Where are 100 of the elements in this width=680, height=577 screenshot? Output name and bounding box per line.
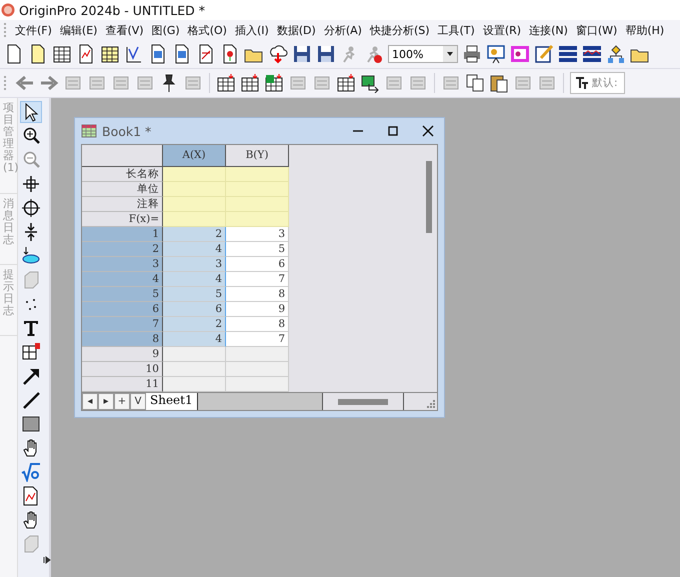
metadata-cell[interactable] [226,182,289,197]
table-cell[interactable]: 4 [163,242,226,257]
metadata-cell[interactable] [163,182,226,197]
table-cell[interactable]: 4 [163,272,226,287]
table-cell[interactable]: 9 [226,302,289,317]
menu-item[interactable]: 查看(V) [101,22,148,38]
sheet-nav-button[interactable]: ◂ [82,393,98,410]
caret-icon[interactable] [443,46,457,62]
row-number[interactable]: 1 [82,227,163,242]
menu-item[interactable]: 数据(D) [272,22,320,38]
table-cell[interactable]: 2 [163,317,226,332]
table-cell[interactable]: 5 [226,242,289,257]
sheet-nav-button[interactable]: ▸ [98,393,114,410]
menu-item[interactable]: 分析(A) [320,22,366,38]
close-icon[interactable] [422,125,434,137]
scroll-thumb[interactable] [426,161,432,233]
stacked-layers-icon[interactable] [582,44,602,64]
table-cell[interactable]: 2 [163,227,226,242]
menu-item[interactable]: 帮助(H) [621,22,668,38]
target-icon[interactable] [21,198,41,218]
menu-item[interactable]: 编辑(E) [56,22,102,38]
cloud-download-icon[interactable] [268,44,288,64]
column-header[interactable]: A(X) [163,145,226,167]
corner-cell[interactable] [82,145,163,167]
menu-item[interactable]: 设置(R) [478,22,526,38]
sheet-nav-button[interactable]: V [130,393,146,410]
table-cell[interactable]: 6 [226,257,289,272]
workbook-icon[interactable] [52,44,72,64]
menu-item[interactable]: 快捷分析(S) [366,22,434,38]
row-number[interactable]: 3 [82,257,163,272]
pointer-icon[interactable] [21,102,41,122]
row-number[interactable]: 4 [82,272,163,287]
row-number[interactable]: 11 [82,377,163,392]
menu-item[interactable]: 窗口(W) [572,22,622,38]
matrix-icon[interactable] [100,44,120,64]
table-cell[interactable]: 8 [226,317,289,332]
import-numbers-icon[interactable] [240,73,260,93]
row-number[interactable]: 8 [82,332,163,347]
diagram-icon[interactable] [606,44,626,64]
row-number[interactable]: 2 [82,242,163,257]
menu-item[interactable]: 连接(N) [525,22,572,38]
menu-item[interactable]: 插入(I) [230,22,273,38]
layers-icon[interactable] [558,44,578,64]
batch-import-icon[interactable] [336,73,356,93]
printer-icon[interactable] [462,44,482,64]
slide-icon[interactable] [510,44,530,64]
zoom-combo[interactable]: 100% [388,45,458,63]
menu-item[interactable]: 文件(F) [11,22,56,38]
frame-icon[interactable] [21,342,41,362]
metadata-cell[interactable] [226,212,289,227]
sheet-tab[interactable]: Sheet1 [146,393,198,410]
table-cell[interactable]: 5 [163,287,226,302]
import-excel-icon[interactable] [264,73,284,93]
brush-icon[interactable] [534,44,554,64]
resize-grip-icon[interactable] [427,400,435,408]
metadata-cell[interactable] [163,197,226,212]
zoom-in-icon[interactable] [21,126,41,146]
row-number[interactable]: 6 [82,302,163,317]
equation-icon[interactable] [21,462,41,482]
row-number[interactable]: 7 [82,317,163,332]
table-cell[interactable]: 3 [163,257,226,272]
expand-icon[interactable] [43,556,51,564]
font-field[interactable]: 默认: [570,72,625,94]
metadata-cell[interactable] [226,167,289,182]
table-cell[interactable]: 3 [226,227,289,242]
table-cell[interactable]: 8 [226,287,289,302]
back-arrow-icon[interactable] [15,73,35,93]
table-cell[interactable]: 7 [226,332,289,347]
crosshair-icon[interactable] [21,174,41,194]
table-cell[interactable]: 7 [226,272,289,287]
column-header[interactable]: B(Y) [226,145,289,167]
copy-icon[interactable] [465,73,485,93]
menu-item[interactable]: 工具(T) [434,22,479,38]
chart-dropdown-icon[interactable] [124,44,144,64]
row-number[interactable]: 10 [82,362,163,377]
export-icon[interactable] [360,73,380,93]
ellipse-icon[interactable] [21,246,41,266]
sheet-nav-button[interactable]: + [114,393,130,410]
forward-arrow-icon[interactable] [39,73,59,93]
workbook-icon [81,124,97,138]
import-wizard-icon[interactable] [216,73,236,93]
table-cell[interactable]: 6 [163,302,226,317]
table-cell[interactable]: 4 [163,332,226,347]
text-tool-icon[interactable] [21,318,41,338]
menu-item[interactable]: 格式(O) [184,22,231,38]
save-template-icon[interactable] [316,44,336,64]
save-icon[interactable] [292,44,312,64]
arrow-tool-icon[interactable] [21,366,41,386]
metadata-cell[interactable] [163,212,226,227]
menu-item[interactable]: 图(G) [148,22,184,38]
metadata-cell[interactable] [226,197,289,212]
maximize-icon[interactable] [387,125,399,137]
row-number[interactable]: 9 [82,347,163,362]
row-number[interactable]: 5 [82,287,163,302]
scroll-thumb[interactable] [338,398,388,404]
paste-icon[interactable] [489,73,509,93]
presentation-icon[interactable] [486,44,506,64]
rectangle-tool-icon[interactable] [21,414,41,434]
metadata-cell[interactable] [163,167,226,182]
line-tool-icon[interactable] [21,390,41,410]
